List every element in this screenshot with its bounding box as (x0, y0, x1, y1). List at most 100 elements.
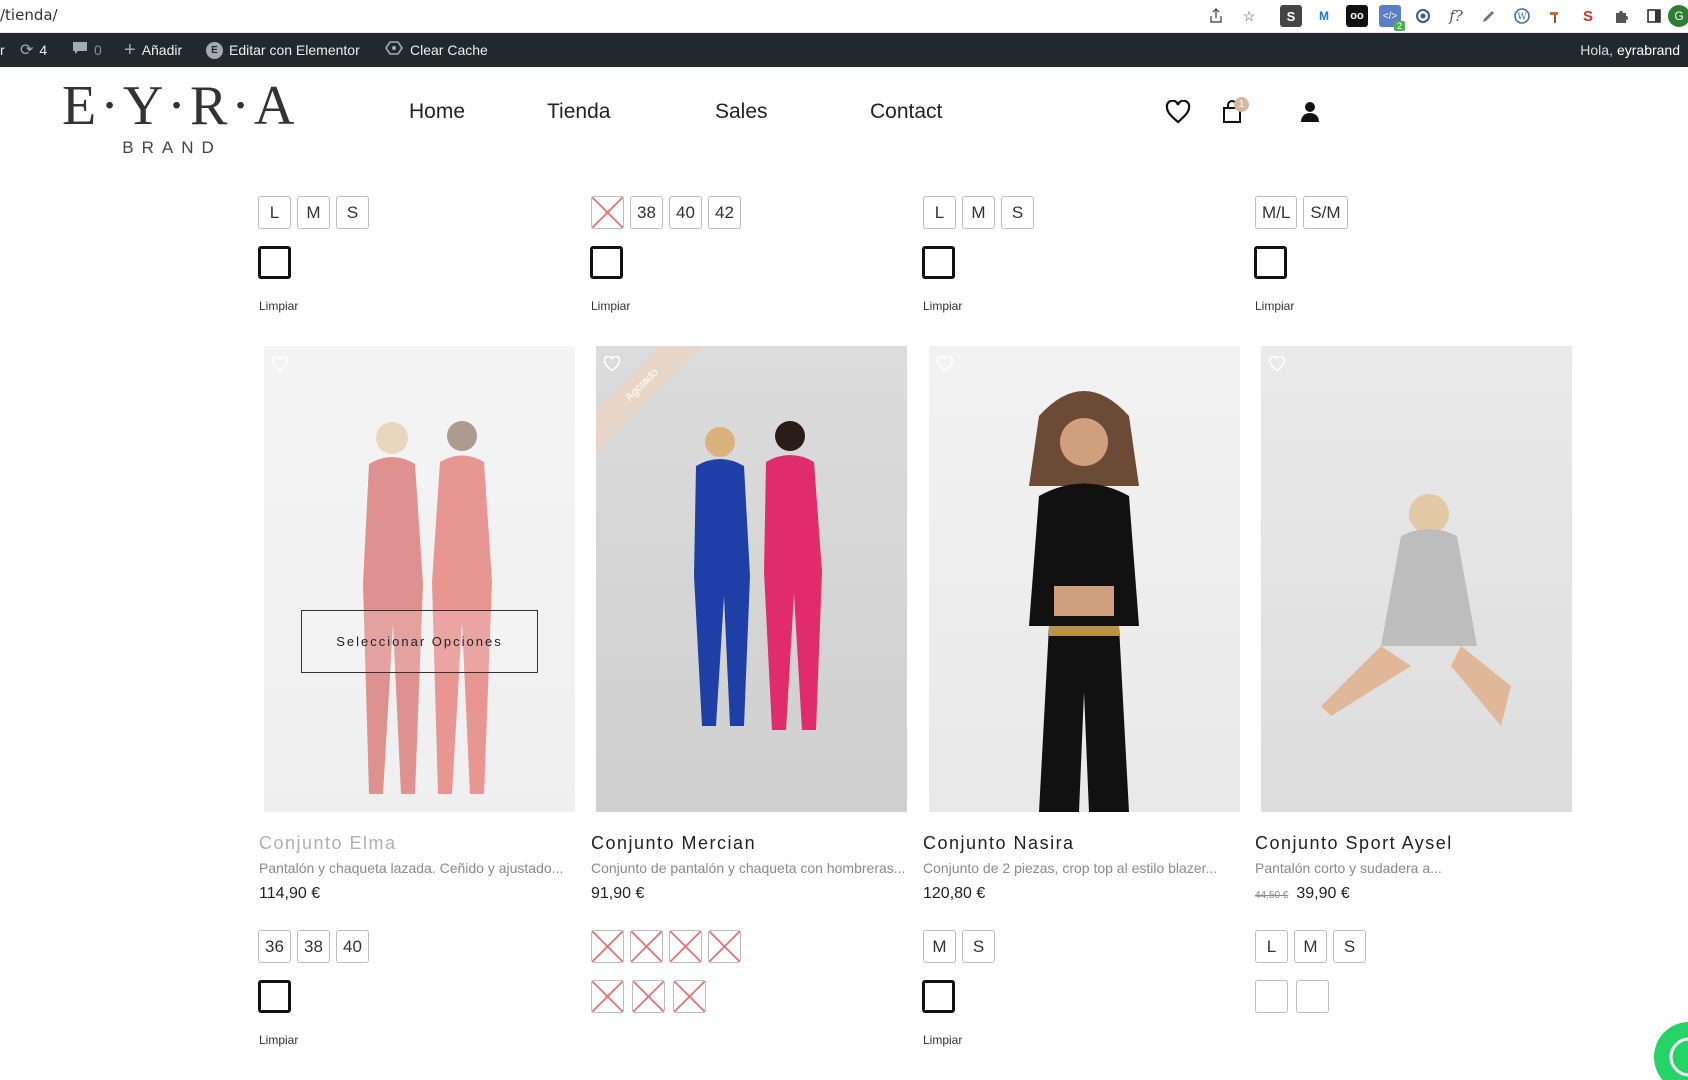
wishlist-heart-icon[interactable] (1268, 355, 1288, 376)
sidebar-icon[interactable] (1643, 5, 1665, 27)
add-new-label: Añadir (141, 42, 183, 58)
star-icon[interactable]: ☆ (1238, 5, 1260, 27)
size-options: 38 40 42 (591, 196, 741, 229)
puzzle-icon[interactable] (1610, 5, 1632, 27)
user-greeting[interactable]: Hola, eyrabrand (1580, 33, 1680, 67)
hammer-ext-icon[interactable] (1544, 5, 1566, 27)
nav-contact[interactable]: Contact (870, 100, 942, 124)
current-price: 114,90 € (259, 885, 321, 902)
size-options: L M S (258, 196, 369, 229)
color-options (922, 246, 955, 279)
color-swatch[interactable] (1296, 980, 1329, 1013)
clear-link[interactable]: Limpiar (923, 299, 962, 313)
clear-link[interactable]: Limpiar (591, 299, 630, 313)
comment-icon (72, 41, 88, 60)
site-logo[interactable]: E·Y·R·A BRAND (62, 75, 299, 158)
updates-item[interactable]: ⟳ 4 (20, 33, 47, 67)
nav-tienda[interactable]: Tienda (547, 100, 610, 124)
size-option-unavailable (630, 930, 663, 963)
s-ext-icon[interactable]: S (1280, 5, 1302, 27)
nav-home[interactable]: Home (409, 100, 465, 124)
size-option[interactable]: 36 (258, 930, 291, 963)
size-option-unavailable (669, 930, 702, 963)
size-option[interactable]: M (1294, 930, 1327, 963)
size-option[interactable]: L (923, 196, 956, 229)
current-price: 120,80 € (923, 885, 986, 902)
clear-link[interactable]: Limpiar (923, 1033, 962, 1047)
product-image-mercian[interactable]: Agotado (596, 346, 907, 812)
product-name[interactable]: Conjunto Sport Aysel (1255, 833, 1453, 854)
pen-ext-icon[interactable] (1478, 5, 1500, 27)
svg-text:W: W (1517, 13, 1527, 23)
wp-admin-bar: r ⟳ 4 0 + Añadir E Editar con Elementor … (0, 33, 1688, 67)
clear-link[interactable]: Limpiar (259, 1033, 298, 1047)
size-option[interactable]: L (258, 196, 291, 229)
wishlist-heart-icon[interactable] (271, 355, 291, 376)
wishlist-heart-icon[interactable] (936, 355, 956, 376)
clear-link[interactable]: Limpiar (259, 299, 298, 313)
size-option[interactable]: L (1255, 930, 1288, 963)
product-description: Pantalón y chaqueta lazada. Ceñido y aju… (259, 860, 564, 876)
wishlist-heart-icon[interactable] (603, 355, 623, 376)
color-swatch[interactable] (922, 980, 955, 1013)
profile-icon[interactable]: G (1668, 5, 1688, 27)
product-image-nasira[interactable] (929, 346, 1240, 812)
size-option[interactable]: 42 (708, 196, 741, 229)
edit-elementor-item[interactable]: E Editar con Elementor (206, 33, 360, 67)
size-option[interactable]: M (923, 930, 956, 963)
product-price: 120,80 € (923, 885, 985, 903)
share-icon[interactable] (1205, 5, 1227, 27)
wishlist-heart-icon[interactable] (1165, 99, 1193, 128)
url-text[interactable]: /tienda/ (0, 6, 58, 24)
size-option[interactable]: 38 (630, 196, 663, 229)
size-option[interactable]: M (297, 196, 330, 229)
color-swatch[interactable] (590, 246, 623, 279)
size-option[interactable]: S (1001, 196, 1034, 229)
m-ext-icon[interactable]: M (1313, 5, 1335, 27)
current-price: 91,90 € (591, 885, 645, 902)
greeting-text: Hola, (1580, 42, 1613, 58)
size-option[interactable]: M/L (1255, 196, 1298, 229)
color-swatch[interactable] (258, 246, 291, 279)
product-image-aysel[interactable] (1261, 346, 1572, 812)
admin-site-fragment[interactable]: r (0, 33, 5, 67)
color-swatch-unavailable (591, 980, 624, 1013)
hover-overlay (264, 346, 575, 812)
f-ext-icon[interactable]: f? (1445, 5, 1467, 27)
color-options (590, 246, 623, 279)
logo-main: E·Y·R·A (62, 75, 299, 137)
color-swatch[interactable] (258, 980, 291, 1013)
code-ext-icon[interactable]: </> 2 (1379, 5, 1405, 31)
whatsapp-chat-button[interactable] (1654, 1022, 1688, 1080)
size-option[interactable]: 40 (669, 196, 702, 229)
size-option[interactable]: S (962, 930, 995, 963)
color-swatch[interactable] (922, 246, 955, 279)
size-option[interactable]: S/M (1303, 196, 1348, 229)
wordpress-icon[interactable]: W (1511, 5, 1533, 27)
clear-cache-item[interactable]: Clear Cache (384, 33, 488, 67)
nav-sales[interactable]: Sales (715, 100, 768, 124)
plus-icon: + (124, 38, 136, 61)
account-user-icon[interactable] (1299, 100, 1327, 128)
size-option[interactable]: M (962, 196, 995, 229)
size-option[interactable]: S (1333, 930, 1366, 963)
color-swatch[interactable] (1254, 246, 1287, 279)
product-image-elma[interactable]: Seleccionar Opciones (264, 346, 575, 812)
product-name[interactable]: Conjunto Elma (259, 833, 397, 854)
product-name[interactable]: Conjunto Nasira (923, 833, 1075, 854)
seo-ext-icon[interactable]: S (1577, 5, 1599, 27)
comments-item[interactable]: 0 (72, 33, 102, 67)
size-option[interactable]: 38 (297, 930, 330, 963)
clear-link[interactable]: Limpiar (1255, 299, 1294, 313)
color-options (1255, 980, 1329, 1013)
oo-ext-icon[interactable]: oo (1346, 5, 1368, 27)
color-swatch[interactable] (1255, 980, 1288, 1013)
c-ext-icon[interactable] (1412, 5, 1434, 27)
product-name[interactable]: Conjunto Mercian (591, 833, 756, 854)
select-options-button[interactable]: Seleccionar Opciones (301, 610, 538, 673)
add-new-item[interactable]: + Añadir (124, 33, 182, 67)
size-option[interactable]: 40 (336, 930, 369, 963)
size-option[interactable]: S (336, 196, 369, 229)
size-options (591, 930, 741, 963)
blue-pink-suits-figure (694, 421, 822, 730)
